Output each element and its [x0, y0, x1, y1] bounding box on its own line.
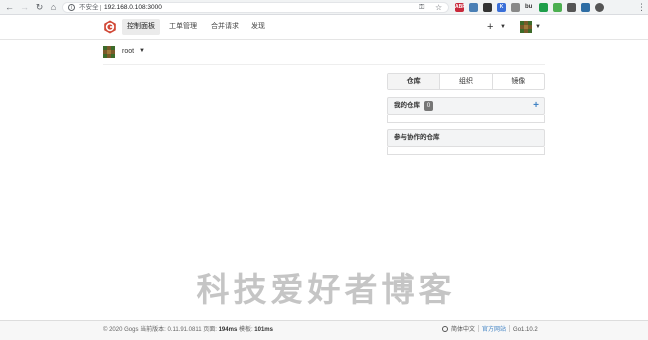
footer-separator — [509, 325, 511, 332]
my-repos-count-badge: 0 — [424, 101, 433, 111]
nav-pull-requests[interactable]: 合并请求 — [206, 19, 244, 35]
profile-icon[interactable] — [595, 3, 604, 12]
new-repo-plus-icon[interactable]: + — [533, 98, 539, 114]
context-switcher-user[interactable]: root — [122, 46, 134, 58]
user-menu-caret-icon[interactable]: ▼ — [535, 24, 541, 30]
footer-links: 简体中文 官方网站 Go1.10.2 — [442, 321, 538, 340]
footer-version-info: © 2020 Gogs 当前版本: 0.11.91.0811 页面: 194ms… — [103, 321, 273, 340]
bu-ext-icon[interactable]: bu — [525, 3, 532, 12]
official-site-link[interactable]: 官方网站 — [482, 327, 506, 333]
footer-separator — [478, 325, 480, 332]
language-selector[interactable]: 简体中文 — [451, 327, 475, 333]
repo-tabs: 仓库 组织 镜像 — [387, 73, 545, 90]
context-divider — [103, 64, 545, 65]
bookmark-star-icon[interactable]: ☆ — [435, 3, 442, 12]
app-header: 控制面板 工单管理 合并请求 发现 + ▼ ▼ — [0, 15, 648, 40]
cloud-icon[interactable] — [511, 3, 520, 12]
tab-mirrors[interactable]: 镜像 — [493, 74, 544, 89]
footer-template-label: 模板: — [237, 327, 255, 333]
home-icon[interactable]: ⌂ — [48, 2, 59, 13]
globe-icon — [442, 326, 448, 332]
collab-repos-panel-header: 参与协作的仓库 — [387, 129, 545, 147]
nav-explore[interactable]: 发现 — [246, 19, 270, 35]
tab-organizations[interactable]: 组织 — [440, 74, 493, 89]
insecure-label[interactable]: 不安全 — [79, 4, 99, 12]
evernote-icon[interactable] — [553, 3, 562, 12]
gogs-logo-icon[interactable] — [103, 20, 117, 34]
kebab-menu-icon[interactable]: ⋮ — [636, 2, 647, 13]
context-avatar[interactable] — [103, 46, 115, 58]
address-bar[interactable]: i 不安全 192.168.0.108:3000 ⚿ ☆ — [62, 2, 449, 13]
go-version: Go1.10.2 — [513, 327, 538, 333]
url-text[interactable]: 192.168.0.108:3000 — [104, 4, 162, 12]
page-footer: © 2020 Gogs 当前版本: 0.11.91.0811 页面: 194ms… — [0, 320, 648, 340]
back-arrow-icon[interactable]: ← — [4, 2, 15, 13]
collab-repos-title: 参与协作的仓库 — [394, 134, 440, 141]
footer-page-time: 194ms — [218, 327, 238, 333]
address-separator — [100, 5, 101, 11]
reload-icon[interactable]: ↻ — [34, 2, 45, 13]
blog-watermark: 科技爱好者博客 — [196, 270, 456, 309]
create-plus-icon[interactable]: + — [487, 20, 493, 34]
create-dropdown-caret-icon[interactable]: ▼ — [500, 24, 506, 30]
nav-issues[interactable]: 工单管理 — [164, 19, 202, 35]
search-ext-icon[interactable] — [483, 3, 492, 12]
user-avatar[interactable] — [520, 21, 532, 33]
nav-dashboard[interactable]: 控制面板 — [122, 19, 160, 35]
tab-repositories[interactable]: 仓库 — [388, 74, 441, 89]
my-repos-panel-header: 我的仓库 0 + — [387, 97, 545, 115]
green-ext-icon[interactable] — [539, 3, 548, 12]
info-icon[interactable]: i — [68, 4, 75, 11]
forward-arrow-icon[interactable]: → — [19, 2, 30, 13]
context-switcher-caret-icon[interactable]: ▼ — [139, 48, 145, 54]
save-ext-icon[interactable] — [567, 3, 576, 12]
k-ext-icon[interactable]: K — [497, 3, 506, 12]
collab-repos-panel-body — [387, 147, 545, 155]
my-repos-title: 我的仓库 — [394, 102, 420, 109]
abp-icon[interactable]: ABP — [455, 3, 466, 12]
my-repos-panel-body — [387, 115, 545, 123]
screenshot-icon[interactable] — [469, 3, 478, 12]
footer-template-time: 101ms — [254, 327, 273, 333]
footer-copyright: © 2020 Gogs 当前版本: 0.11.91.0811 页面: — [103, 327, 219, 333]
ext-blue-icon[interactable] — [581, 3, 590, 12]
browser-toolbar: ← → ↻ ⌂ i 不安全 192.168.0.108:3000 ⚿ ☆ ABP… — [0, 0, 648, 15]
key-icon[interactable]: ⚿ — [419, 3, 424, 12]
